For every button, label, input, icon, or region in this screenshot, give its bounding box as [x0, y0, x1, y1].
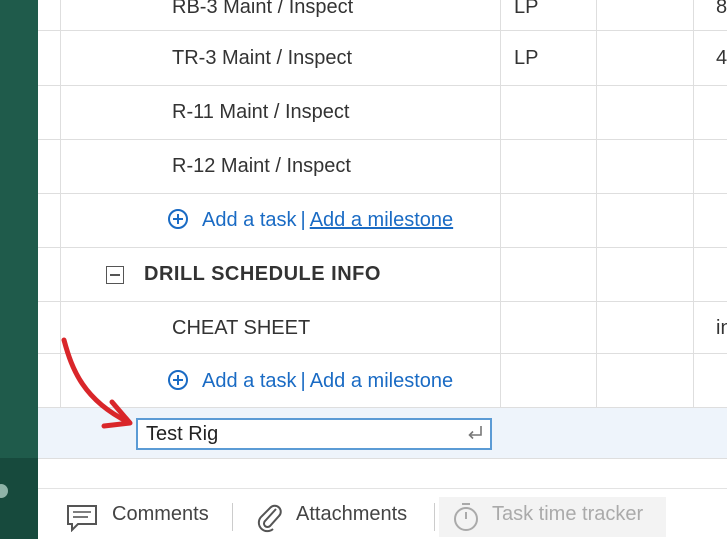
- attachments-tab[interactable]: Attachments: [296, 503, 407, 526]
- task-value[interactable]: 8: [716, 0, 727, 19]
- table-row[interactable]: TR-3 Maint / Inspect LP 4: [38, 31, 727, 86]
- left-sidebar-footer: [0, 458, 38, 539]
- plus-circle-icon[interactable]: [168, 370, 188, 390]
- table-row[interactable]: R-11 Maint / Inspect: [38, 86, 727, 140]
- separator: |: [300, 209, 306, 231]
- task-name[interactable]: R-12 Maint / Inspect: [172, 155, 351, 178]
- add-item-row: Add a task | Add a milestone: [38, 194, 727, 248]
- stopwatch-icon: [454, 503, 478, 531]
- task-assignee[interactable]: LP: [514, 47, 538, 70]
- task-name[interactable]: RB-3 Maint / Inspect: [172, 0, 353, 19]
- separator: |: [300, 370, 306, 392]
- tab-divider: [232, 503, 233, 531]
- task-value[interactable]: 4: [716, 47, 727, 70]
- section-title[interactable]: DRILL SCHEDULE INFO: [144, 263, 381, 286]
- comment-icon[interactable]: [66, 504, 98, 532]
- table-row[interactable]: RB-3 Maint / Inspect LP 8: [38, 0, 727, 31]
- new-task-input[interactable]: [136, 418, 492, 450]
- task-grid: RB-3 Maint / Inspect LP 8 TR-3 Maint / I…: [38, 0, 727, 459]
- left-sidebar: [0, 0, 38, 458]
- task-time-tracker-tab[interactable]: Task time tracker: [492, 503, 643, 526]
- add-milestone-link[interactable]: Add a milestone: [310, 370, 453, 392]
- enter-icon[interactable]: [466, 424, 484, 442]
- collapse-minus-icon[interactable]: [106, 266, 124, 284]
- task-name[interactable]: CHEAT SHEET: [172, 317, 310, 340]
- tab-divider: [434, 503, 435, 531]
- add-task-link[interactable]: Add a task: [202, 370, 297, 392]
- paperclip-icon[interactable]: [256, 501, 284, 533]
- plus-circle-icon[interactable]: [168, 209, 188, 229]
- section-header-row[interactable]: [38, 248, 727, 302]
- task-value[interactable]: in: [716, 317, 727, 340]
- add-task-link[interactable]: Add a task: [202, 209, 297, 231]
- bottom-toolbar: Comments Attachments Task time tracker: [38, 488, 727, 540]
- table-row[interactable]: R-12 Maint / Inspect: [38, 140, 727, 194]
- table-row[interactable]: CHEAT SHEET in: [38, 302, 727, 354]
- add-milestone-link[interactable]: Add a milestone: [310, 209, 453, 231]
- task-name[interactable]: R-11 Maint / Inspect: [172, 101, 349, 124]
- comments-tab[interactable]: Comments: [112, 503, 209, 526]
- add-item-row: Add a task | Add a milestone: [38, 354, 727, 408]
- new-task-edit-row: [38, 408, 727, 459]
- task-name[interactable]: TR-3 Maint / Inspect: [172, 47, 352, 70]
- task-assignee[interactable]: LP: [514, 0, 538, 19]
